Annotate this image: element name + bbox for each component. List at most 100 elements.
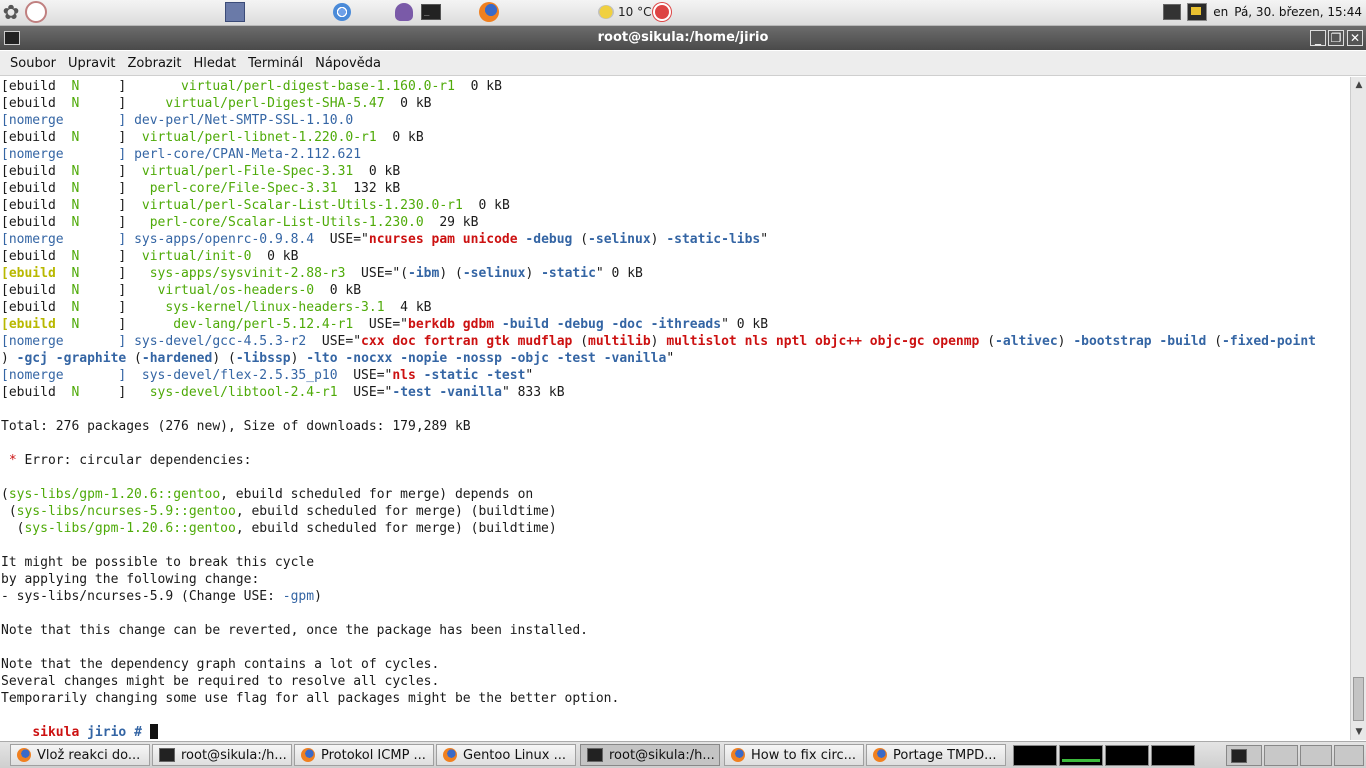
terminal-line: [nomerge ] sys-apps/openrc-0.9.8.4 USE="… — [1, 231, 768, 248]
terminal-text: 0 kB — [384, 96, 432, 111]
scrollbar-thumb[interactable] — [1353, 677, 1364, 721]
window-title-bar[interactable]: root@sikula:/home/jirio — [0, 26, 1366, 50]
terminal-line: Note that this change can be reverted, o… — [1, 622, 588, 639]
workspace-7[interactable] — [1300, 745, 1332, 766]
terminal-text: virtual/perl-libnet-1.220.0-r1 — [141, 130, 377, 145]
scroll-down-arrow-icon[interactable]: ▼ — [1353, 726, 1365, 738]
terminal-scrollbar[interactable]: ▲ ▼ — [1350, 77, 1366, 740]
terminal-text: -debug — [517, 232, 573, 247]
close-button[interactable]: ✕ — [1347, 30, 1363, 46]
menu-zobrazit[interactable]: Zobrazit — [121, 56, 187, 71]
workspace-2[interactable] — [1059, 745, 1103, 766]
pidgin-icon[interactable] — [393, 1, 415, 23]
bottom-panel: Vlož reakci do... root@sikula:/h... Prot… — [0, 741, 1366, 768]
terminal-text: , ebuild scheduled for merge) (buildtime… — [235, 521, 557, 536]
terminal-text: sys-libs/ncurses-5.9::gentoo — [16, 504, 236, 519]
terminal-line: (sys-libs/gpm-1.20.6::gentoo, ebuild sch… — [1, 486, 533, 503]
terminal-text: nls — [392, 368, 416, 383]
workspace-4[interactable] — [1151, 745, 1195, 766]
terminal-text: virtual/init-0 — [141, 249, 252, 264]
terminal-text: sys-devel/flex-2.5.35_p10 — [141, 368, 338, 383]
clock-icon[interactable] — [25, 1, 47, 23]
taskbar-item[interactable]: How to fix circ... — [724, 744, 864, 766]
system-tray: en Pá, 30. březen, 15:44 — [1163, 0, 1366, 24]
terminal-icon[interactable]: _ — [420, 1, 442, 23]
terminal-text: USE=" — [353, 317, 409, 332]
keyboard-layout[interactable]: en — [1213, 5, 1228, 19]
workspace-5[interactable] — [1226, 745, 1262, 766]
terminal-text: sys-kernel/linux-headers-3.1 — [165, 300, 385, 315]
menu-napoveda[interactable]: Nápověda — [309, 56, 387, 71]
taskbar-item[interactable]: Protokol ICMP ... — [294, 744, 434, 766]
clock-datetime[interactable]: Pá, 30. březen, 15:44 — [1234, 5, 1362, 19]
terminal-line: - sys-libs/ncurses-5.9 (Change USE: -gpm… — [1, 588, 322, 605]
terminal-text: [ebuild — [1, 96, 72, 111]
firefox-icon[interactable] — [478, 1, 500, 23]
terminal-text: Temporarily changing some use flag for a… — [1, 691, 620, 706]
terminal-text: -gpm — [282, 589, 315, 604]
maximize-button[interactable]: ❐ — [1328, 30, 1344, 46]
terminal-text: [ebuild — [1, 266, 72, 281]
taskbar-item[interactable]: Gentoo Linux ... — [436, 744, 576, 766]
chromium-icon[interactable] — [331, 1, 353, 23]
terminal-text: ] — [79, 79, 182, 94]
terminal-line: [ebuild N ] virtual/init-0 0 kB — [1, 248, 298, 265]
terminal-text: [nomerge ] — [1, 113, 135, 128]
terminal-line: (sys-libs/gpm-1.20.6::gentoo, ebuild sch… — [1, 520, 557, 537]
shell-prompt[interactable]: sikula jirio # — [1, 707, 158, 740]
task-label: Vlož reakci do... — [37, 747, 141, 763]
terminal-line: [ebuild N ] virtual/perl-libnet-1.220.0-… — [1, 129, 424, 146]
window-menu-icon[interactable] — [4, 31, 20, 45]
save-icon[interactable] — [224, 1, 246, 23]
terminal-text: -fixed-point — [1222, 334, 1316, 349]
terminal-text: virtual/perl-File-Spec-3.31 — [141, 164, 354, 179]
terminal-text: -ibm — [408, 266, 440, 281]
menu-upravit[interactable]: Upravit — [62, 56, 121, 71]
terminal-line: [ebuild N ] sys-kernel/linux-headers-3.1… — [1, 299, 432, 316]
menu-soubor[interactable]: Soubor — [4, 56, 62, 71]
weather-applet[interactable]: 10 °C — [598, 0, 670, 24]
workspace-3[interactable] — [1105, 745, 1149, 766]
menu-hledat[interactable]: Hledat — [187, 56, 242, 71]
menu-bar: Soubor Upravit Zobrazit Hledat Terminál … — [0, 51, 1366, 76]
terminal-text: perl-core/CPAN-Meta-2.112.621 — [134, 147, 362, 162]
taskbar-item[interactable]: root@sikula:/h... — [152, 744, 292, 766]
task-label: Gentoo Linux ... — [463, 747, 567, 763]
system-monitor-icon[interactable] — [1187, 3, 1208, 21]
terminal-text: - sys-libs/ncurses-5.9 (Change USE: — [1, 589, 283, 604]
terminal-text: [nomerge ] — [1, 232, 135, 247]
terminal-text: [ebuild — [1, 215, 72, 230]
terminal-line: [ebuild N ] virtual/perl-File-Spec-3.31 … — [1, 163, 400, 180]
terminal-text: multilib — [588, 334, 651, 349]
terminal-text: -lto -nocxx -nopie -nossp -objc -test -v… — [306, 351, 667, 366]
terminal-line: [ebuild N ] sys-devel/libtool-2.4-r1 USE… — [1, 384, 565, 401]
terminal-line: Temporarily changing some use flag for a… — [1, 690, 619, 707]
taskbar-item[interactable]: Portage TMPD... — [866, 744, 1006, 766]
terminal-text: ) — [1057, 334, 1074, 349]
terminal-text: ) — [650, 334, 667, 349]
terminal-text: virtual/perl-Digest-SHA-5.47 — [165, 96, 385, 111]
minimize-button[interactable]: _ — [1310, 30, 1326, 46]
terminal-text: [ebuild — [1, 300, 72, 315]
terminal-line: [nomerge ] sys-devel/flex-2.5.35_p10 USE… — [1, 367, 533, 384]
workspace-8[interactable] — [1334, 745, 1364, 766]
terminal-text: [nomerge ] — [1, 147, 135, 162]
taskbar-item-active[interactable]: root@sikula:/h... — [580, 744, 720, 766]
terminal-text: ( — [979, 334, 996, 349]
terminal-text: -static-libs — [666, 232, 761, 247]
terminal-line: by applying the following change: — [1, 571, 259, 588]
task-label: How to fix circ... — [751, 747, 857, 763]
firefox-icon — [731, 748, 745, 762]
terminal-text: -altivec — [995, 334, 1058, 349]
gnome-foot-icon[interactable]: ✿ — [0, 1, 22, 23]
workspace-1[interactable] — [1013, 745, 1057, 766]
taskbar-item[interactable]: Vlož reakci do... — [10, 744, 150, 766]
terminal-line: Several changes might be required to res… — [1, 673, 439, 690]
terminal-output[interactable]: [ebuild N ] virtual/perl-digest-base-1.1… — [0, 77, 1350, 740]
terminal-tray-icon[interactable] — [1163, 4, 1182, 20]
scroll-up-arrow-icon[interactable]: ▲ — [1353, 79, 1365, 91]
terminal-text: Note that the dependency graph contains … — [1, 657, 440, 672]
terminal-line: [ebuild N ] virtual/perl-digest-base-1.1… — [1, 78, 502, 95]
workspace-6[interactable] — [1264, 745, 1298, 766]
menu-terminal[interactable]: Terminál — [242, 56, 309, 71]
